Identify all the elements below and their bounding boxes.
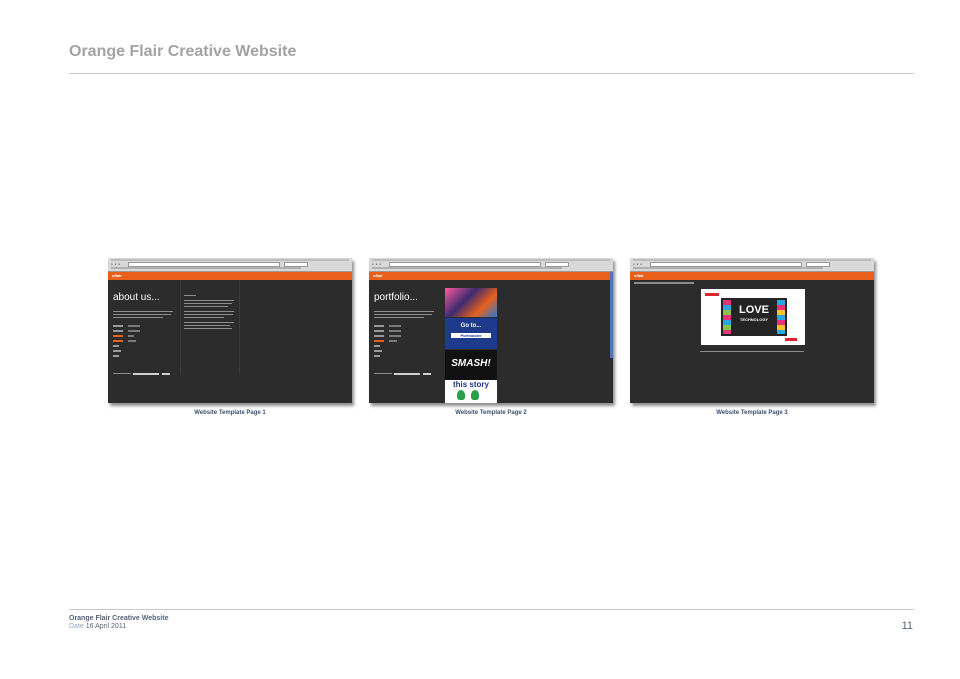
breadcrumb bbox=[634, 282, 694, 284]
tile-label: this story bbox=[452, 380, 489, 389]
header-rule bbox=[69, 73, 914, 74]
thumbnail-page-3: ● ● ● oflair LOVE TECHNOLOGY Website Tem… bbox=[630, 258, 876, 416]
site-header: oflair bbox=[630, 272, 874, 280]
browser-window: ● ● ● oflair portfolio... Go to... Portm… bbox=[369, 258, 613, 403]
feature-tag bbox=[705, 293, 719, 296]
thumbnail-page-2: ● ● ● oflair portfolio... Go to... Portm… bbox=[369, 258, 615, 416]
document-title: Orange Flair Creative Website bbox=[69, 43, 297, 60]
content-column: portfolio... bbox=[369, 280, 441, 380]
page-heading: about us... bbox=[113, 292, 160, 303]
tile-label: Portmaster bbox=[451, 333, 491, 338]
portfolio-tile[interactable] bbox=[445, 288, 497, 317]
site-logo: oflair bbox=[634, 273, 644, 278]
thumbnail-page-1: ● ● ● oflair about us... Website Templat… bbox=[108, 258, 354, 416]
scrollbar[interactable] bbox=[610, 272, 613, 358]
tile-label: SMASH! bbox=[451, 358, 491, 369]
feature-panel: LOVE TECHNOLOGY bbox=[721, 298, 787, 336]
page-number: 11 bbox=[901, 620, 913, 632]
feature-caption bbox=[700, 351, 804, 352]
portfolio-tile[interactable]: Go to... Portmaster bbox=[445, 318, 497, 349]
tile-label: Go to... bbox=[460, 323, 482, 329]
feature-subtitle: TECHNOLOGY bbox=[739, 317, 769, 322]
site-header: oflair bbox=[108, 272, 352, 280]
date-label: Date bbox=[69, 623, 84, 630]
footer-rule bbox=[69, 609, 914, 610]
site-header: oflair bbox=[369, 272, 613, 280]
page-heading: portfolio... bbox=[374, 292, 418, 303]
browser-window: ● ● ● oflair about us... bbox=[108, 258, 352, 403]
footer-title: Orange Flair Creative Website bbox=[69, 615, 169, 622]
site-logo: oflair bbox=[112, 273, 122, 278]
feature-button[interactable] bbox=[785, 338, 797, 341]
browser-toolbar: ● ● ● bbox=[108, 258, 352, 272]
thumbnail-caption: Website Template Page 1 bbox=[194, 410, 266, 416]
feature-image: LOVE TECHNOLOGY bbox=[701, 289, 805, 345]
footer-date: Date 16 April 2011 bbox=[69, 623, 126, 630]
portfolio-tile[interactable]: SMASH! bbox=[445, 350, 497, 380]
browser-window: ● ● ● oflair LOVE TECHNOLOGY bbox=[630, 258, 874, 403]
date-value: 16 April 2011 bbox=[85, 623, 127, 630]
browser-toolbar: ● ● ● bbox=[630, 258, 874, 272]
site-logo: oflair bbox=[373, 273, 383, 278]
thumbnail-caption: Website Template Page 3 bbox=[716, 410, 788, 416]
thumbnail-caption: Website Template Page 2 bbox=[455, 410, 527, 416]
browser-toolbar: ● ● ● bbox=[369, 258, 613, 272]
feature-title: LOVE bbox=[739, 304, 769, 316]
sidebar-column bbox=[180, 280, 240, 375]
content-column: about us... bbox=[108, 280, 180, 380]
portfolio-tile[interactable]: this story bbox=[445, 380, 497, 403]
